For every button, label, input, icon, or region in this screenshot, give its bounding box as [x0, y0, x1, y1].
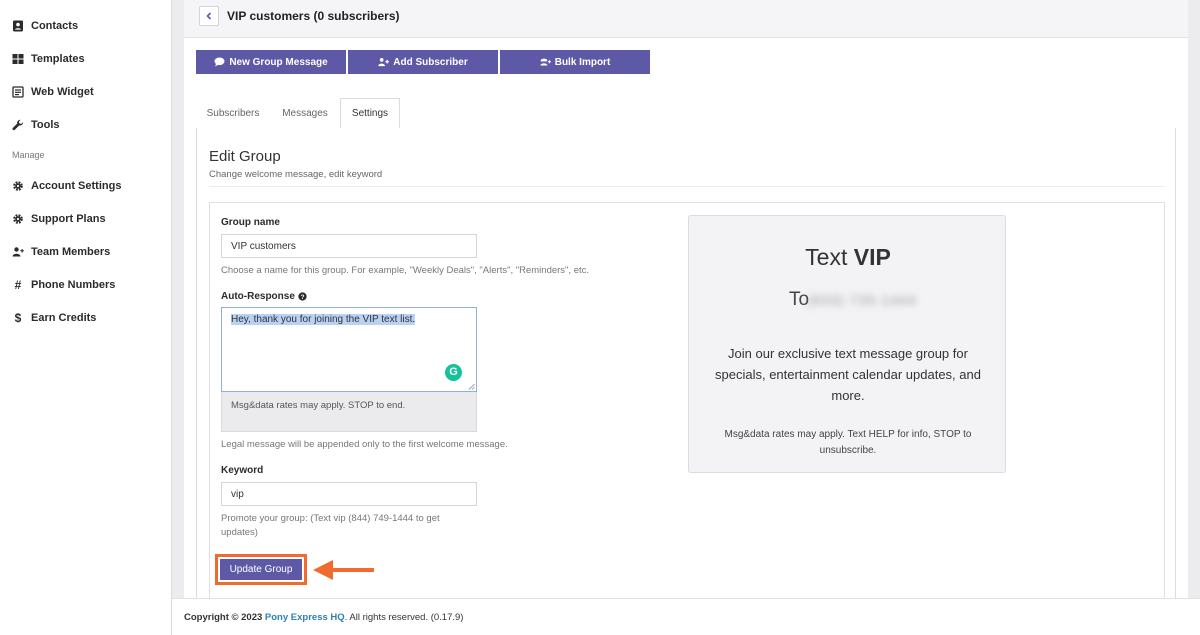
keyword-preview-card: Text VIP To (833) 735-1444 Join our excl… — [688, 215, 1006, 473]
sidebar-item-label: Templates — [31, 53, 85, 65]
sidebar-item-support-plans[interactable]: Support Plans — [12, 209, 106, 229]
legal-message-box: Msg&data rates may apply. STOP to end. — [221, 392, 477, 432]
page-header: VIP customers (0 subscribers) — [184, 0, 1188, 38]
sidebar-item-contacts[interactable]: Contacts — [12, 16, 78, 36]
footer-brand-link[interactable]: Pony Express HQ — [265, 612, 345, 623]
arrow-left-icon — [313, 560, 374, 580]
sidebar-item-team-members[interactable]: Team Members — [12, 242, 110, 262]
preview-legal: Msg&data rates may apply. Text HELP for … — [724, 429, 972, 456]
contacts-icon — [12, 20, 24, 32]
sidebar-item-label: Support Plans — [31, 213, 106, 225]
keyword-help: Promote your group: (Text vip (844) 749-… — [221, 513, 440, 538]
edit-group-form: Group name Choose a name for this group.… — [209, 202, 1165, 598]
button-label: Add Subscriber — [393, 56, 468, 68]
sidebar-item-templates[interactable]: Templates — [12, 49, 85, 69]
footer-rights: . All rights reserved. (0.17.9) — [344, 612, 464, 623]
tab-bar: Subscribers Messages Settings — [196, 98, 1176, 129]
new-group-message-button[interactable]: New Group Message — [196, 50, 346, 74]
sidebar-item-phone-numbers[interactable]: # Phone Numbers — [12, 275, 116, 295]
grammarly-icon[interactable]: G — [445, 364, 462, 381]
edit-group-title: Edit Group — [209, 148, 281, 165]
gear-icon — [12, 180, 24, 192]
back-button[interactable] — [199, 6, 219, 26]
sidebar-item-label: Account Settings — [31, 180, 122, 192]
add-user-icon — [378, 58, 390, 67]
users-plus-icon — [540, 58, 551, 66]
preview-phone-number: (833) 735-1444 — [807, 292, 917, 308]
question-circle-icon[interactable]: ? — [298, 292, 307, 301]
add-subscriber-button[interactable]: Add Subscriber — [348, 50, 498, 74]
dollar-icon: $ — [14, 311, 22, 325]
sidebar-item-web-widget[interactable]: Web Widget — [12, 82, 94, 102]
wrench-icon — [12, 119, 24, 131]
sidebar-section-label: Manage — [12, 150, 45, 160]
sidebar-item-earn-credits[interactable]: $ Earn Credits — [12, 308, 97, 328]
main-area: VIP customers (0 subscribers) New Group … — [172, 0, 1200, 635]
legal-help: Legal message will be appended only to t… — [221, 439, 508, 450]
comment-icon — [214, 57, 225, 67]
sidebar-item-label: Earn Credits — [31, 312, 97, 324]
button-label: New Group Message — [229, 56, 328, 68]
preview-keyword: VIP — [853, 244, 891, 270]
sidebar-item-label: Team Members — [31, 246, 111, 258]
settings-panel: Edit Group Change welcome message, edit … — [196, 128, 1176, 598]
edit-group-subtitle: Change welcome message, edit keyword — [209, 169, 383, 180]
auto-response-label: Auto-Response ? — [221, 291, 307, 302]
tab-subscribers[interactable]: Subscribers — [196, 98, 270, 129]
tab-messages[interactable]: Messages — [272, 98, 338, 129]
auto-response-label-text: Auto-Response — [221, 291, 295, 302]
svg-text:?: ? — [300, 294, 304, 301]
content-card: VIP customers (0 subscribers) New Group … — [184, 0, 1188, 598]
update-button-highlight: Update Group — [215, 554, 307, 585]
group-name-label: Group name — [221, 217, 280, 228]
sidebar-item-label: Tools — [31, 119, 60, 131]
keyword-label: Keyword — [221, 465, 264, 476]
grid-icon — [12, 53, 24, 65]
page-title: VIP customers (0 subscribers) — [227, 9, 400, 23]
group-name-input[interactable] — [221, 234, 477, 258]
add-user-icon — [12, 246, 24, 258]
auto-response-textarea[interactable]: Hey, thank you for joining the VIP text … — [221, 307, 477, 392]
sidebar-item-label: Contacts — [31, 20, 79, 32]
button-label: Bulk Import — [554, 56, 611, 68]
footer-copyright: Copyright © 2023 — [184, 612, 263, 623]
chevron-left-icon — [206, 12, 212, 20]
update-group-button[interactable]: Update Group — [220, 559, 302, 580]
sidebar-item-account-settings[interactable]: Account Settings — [12, 176, 121, 196]
gear-icon — [12, 213, 24, 225]
hash-icon: # — [14, 278, 22, 292]
sidebar: Contacts Templates Web Widget Tools Mana… — [0, 0, 172, 635]
tab-settings[interactable]: Settings — [340, 98, 400, 129]
group-name-help: Choose a name for this group. For exampl… — [221, 265, 590, 276]
widget-icon — [12, 86, 24, 98]
keyword-input[interactable] — [221, 482, 477, 506]
preview-text-word: Text — [805, 244, 848, 270]
sidebar-item-label: Phone Numbers — [31, 279, 116, 291]
preview-description: Join our exclusive text message group fo… — [715, 346, 981, 403]
preview-text-keyword: Text VIP — [689, 244, 1007, 271]
resize-handle-icon[interactable] — [468, 383, 475, 390]
auto-response-text: Hey, thank you for joining the VIP text … — [231, 314, 416, 325]
sidebar-item-tools[interactable]: Tools — [12, 115, 60, 135]
footer: Copyright © 2023 Pony Express HQ. All ri… — [172, 598, 1200, 635]
sidebar-item-label: Web Widget — [31, 86, 94, 98]
action-bar: New Group Message Add Subscriber Bulk Im… — [196, 50, 652, 74]
bulk-import-button[interactable]: Bulk Import — [500, 50, 650, 74]
divider — [209, 186, 1165, 187]
